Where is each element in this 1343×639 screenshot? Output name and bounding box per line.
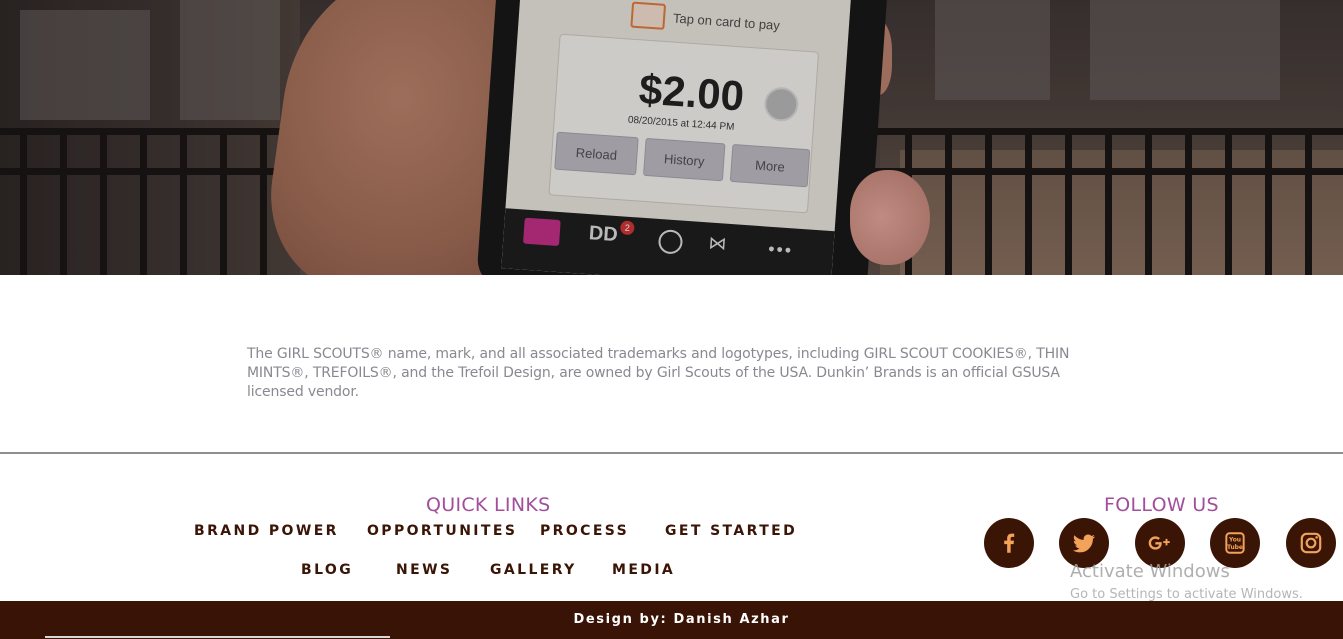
- quick-links-title: QUICK LINKS: [426, 494, 551, 516]
- footer-scrollbar: [45, 636, 390, 638]
- link-news[interactable]: NEWS: [396, 562, 452, 578]
- trademark-disclaimer: The GIRL SCOUTS® name, mark, and all ass…: [247, 346, 1070, 400]
- svg-text:Tube: Tube: [1227, 544, 1243, 551]
- google-plus-icon: [1148, 536, 1170, 550]
- instagram-button[interactable]: [1286, 518, 1336, 568]
- twitter-icon: [1072, 534, 1096, 553]
- follow-us-title: FOLLOW US: [1104, 494, 1219, 516]
- link-process[interactable]: PROCESS: [540, 523, 629, 539]
- hero-image: Tap on card to pay $2.00 08/20/2015 at 1…: [0, 0, 1343, 275]
- link-media[interactable]: MEDIA: [612, 562, 675, 578]
- design-credit: Design by: Danish Azhar: [573, 612, 790, 627]
- youtube-icon: You Tube: [1225, 532, 1245, 554]
- activate-windows-subtitle: Go to Settings to activate Windows.: [1070, 587, 1303, 602]
- facebook-button[interactable]: [984, 518, 1034, 568]
- link-blog[interactable]: BLOG: [301, 562, 353, 578]
- instagram-icon: [1300, 532, 1322, 554]
- activate-windows-title: Activate Windows: [1070, 561, 1230, 582]
- facebook-icon: [1004, 533, 1015, 553]
- section-divider: [0, 452, 1343, 454]
- svg-text:You: You: [1228, 536, 1241, 543]
- link-get-started[interactable]: GET STARTED: [665, 523, 797, 539]
- link-gallery[interactable]: GALLERY: [490, 562, 577, 578]
- link-brand-power[interactable]: BRAND POWER: [194, 523, 339, 539]
- link-opportunities[interactable]: OPPORTUNITES: [367, 523, 517, 539]
